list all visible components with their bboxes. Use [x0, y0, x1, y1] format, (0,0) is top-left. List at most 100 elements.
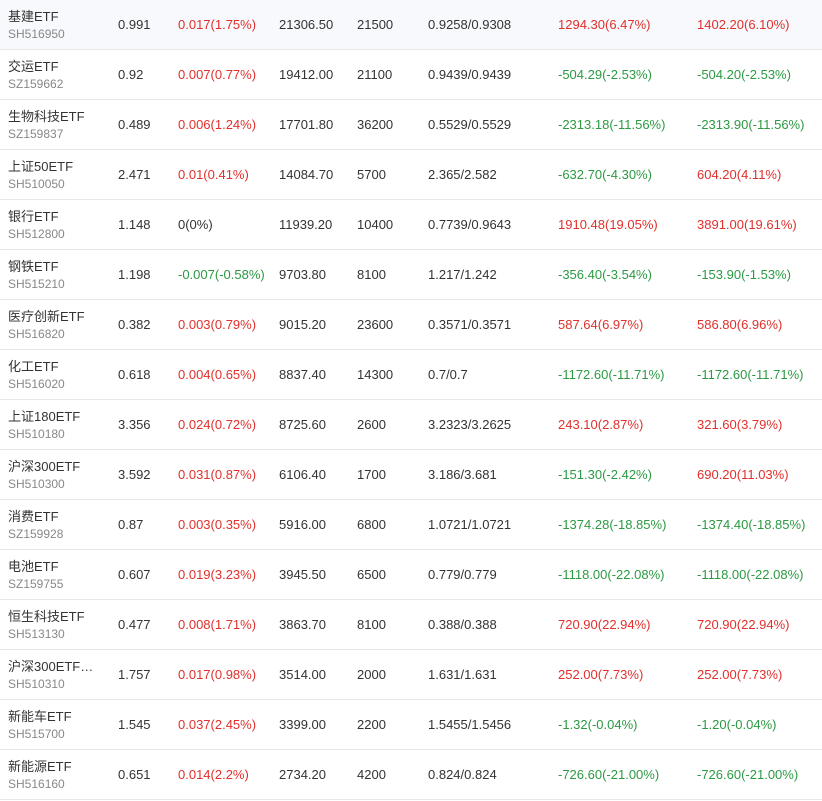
- quantity-cell: 1700: [357, 467, 386, 482]
- table-row[interactable]: 钢铁ETF SH515210 1.198 -0.007(-0.58%) 9703.80 8…: [0, 250, 822, 300]
- market-value-cell: 11939.20: [279, 217, 333, 232]
- change-cell: 0.008(1.71%): [178, 617, 257, 632]
- change-cell: 0.019(3.23%): [178, 567, 257, 582]
- total-pl-cell: 720.90(22.94%): [697, 617, 790, 632]
- total-pl-cell: -1374.40(-18.85%): [697, 517, 806, 532]
- security-code: SH510310: [8, 677, 65, 691]
- float-pl-cell: -1374.28(-18.85%): [558, 517, 667, 532]
- change-cell: 0.017(1.75%): [178, 17, 257, 32]
- table-row[interactable]: 沪深300ETF SH510300 3.592 0.031(0.87%) 6106.40…: [0, 450, 822, 500]
- quantity-cell: 14300: [357, 367, 394, 382]
- cost-cell: 2.365/2.582: [428, 167, 497, 182]
- table-row[interactable]: 银行ETF SH512800 1.148 0(0%) 11939.20 10400 0.77…: [0, 200, 822, 250]
- change-cell: 0.017(0.98%): [178, 667, 257, 682]
- float-pl-cell: 720.90(22.94%): [558, 617, 651, 632]
- float-pl-cell: -632.70(-4.30%): [558, 167, 652, 182]
- security-code: SH515210: [8, 277, 65, 291]
- market-value-cell: 9015.20: [279, 317, 326, 332]
- table-row[interactable]: 新能车ETF SH515700 1.545 0.037(2.45%) 3399.00 22…: [0, 700, 822, 750]
- change-cell: 0.014(2.2%): [178, 767, 249, 782]
- security-cell: 医疗创新ETF SH516820: [8, 300, 108, 349]
- security-cell: 交运ETF SZ159662: [8, 50, 108, 99]
- quantity-cell: 21500: [357, 17, 394, 32]
- float-pl-cell: -504.29(-2.53%): [558, 67, 652, 82]
- cost-cell: 0.3571/0.3571: [428, 317, 512, 332]
- security-cell: 化工ETF SH516020: [8, 350, 108, 399]
- cost-cell: 0.779/0.779: [428, 567, 497, 582]
- table-row[interactable]: 消费ETF SZ159928 0.87 0.003(0.35%) 5916.00 6800…: [0, 500, 822, 550]
- price-cell: 0.92: [118, 67, 144, 82]
- change-cell: 0.003(0.35%): [178, 517, 257, 532]
- security-cell: 电池ETF SZ159755: [8, 550, 108, 599]
- etf-holdings-table: 基建ETF SH516950 0.991 0.017(1.75%) 21306.50 21…: [0, 0, 822, 800]
- security-name: 医疗创新ETF: [8, 309, 85, 324]
- float-pl-cell: 1294.30(6.47%): [558, 17, 651, 32]
- total-pl-cell: -2313.90(-11.56%): [697, 117, 805, 132]
- quantity-cell: 23600: [357, 317, 394, 332]
- quantity-cell: 6800: [357, 517, 386, 532]
- price-cell: 0.618: [118, 367, 151, 382]
- change-cell: 0.01(0.41%): [178, 167, 249, 182]
- quantity-cell: 5700: [357, 167, 386, 182]
- security-cell: 新能车ETF SH515700: [8, 700, 108, 749]
- float-pl-cell: -356.40(-3.54%): [558, 267, 652, 282]
- security-code: SH510050: [8, 177, 65, 191]
- security-code: SZ159928: [8, 527, 64, 541]
- change-cell: 0.037(2.45%): [178, 717, 257, 732]
- cost-cell: 1.0721/1.0721: [428, 517, 512, 532]
- security-name: 生物科技ETF: [8, 109, 85, 124]
- total-pl-cell: -726.60(-21.00%): [697, 767, 799, 782]
- quantity-cell: 8100: [357, 267, 386, 282]
- security-code: SH516160: [8, 777, 65, 791]
- market-value-cell: 3514.00: [279, 667, 326, 682]
- security-name: 沪深300ETF: [8, 459, 81, 474]
- change-cell: 0.007(0.77%): [178, 67, 257, 82]
- price-cell: 3.356: [118, 417, 151, 432]
- float-pl-cell: -1.32(-0.04%): [558, 717, 638, 732]
- security-name: 消费ETF: [8, 509, 59, 524]
- price-cell: 1.198: [118, 267, 151, 282]
- security-cell: 银行ETF SH512800: [8, 200, 108, 249]
- total-pl-cell: -1172.60(-11.71%): [697, 367, 804, 382]
- table-row[interactable]: 电池ETF SZ159755 0.607 0.019(3.23%) 3945.50 650…: [0, 550, 822, 600]
- security-code: SH516820: [8, 327, 65, 341]
- security-name: 沪深300ETF…: [8, 659, 94, 674]
- price-cell: 0.489: [118, 117, 151, 132]
- total-pl-cell: -1.20(-0.04%): [697, 717, 777, 732]
- market-value-cell: 5916.00: [279, 517, 326, 532]
- table-row[interactable]: 沪深300ETF… SH510310 1.757 0.017(0.98%) 3514.0…: [0, 650, 822, 700]
- float-pl-cell: 587.64(6.97%): [558, 317, 644, 332]
- change-cell: 0.031(0.87%): [178, 467, 257, 482]
- security-cell: 生物科技ETF SZ159837: [8, 100, 108, 149]
- security-name: 新能源ETF: [8, 759, 72, 774]
- security-cell: 钢铁ETF SH515210: [8, 250, 108, 299]
- table-row[interactable]: 交运ETF SZ159662 0.92 0.007(0.77%) 19412.00 211…: [0, 50, 822, 100]
- security-code: SH510180: [8, 427, 65, 441]
- table-row[interactable]: 新能源ETF SH516160 0.651 0.014(2.2%) 2734.20 420…: [0, 750, 822, 800]
- cost-cell: 1.631/1.631: [428, 667, 497, 682]
- price-cell: 1.545: [118, 717, 151, 732]
- table-row[interactable]: 恒生科技ETF SH513130 0.477 0.008(1.71%) 3863.70 8…: [0, 600, 822, 650]
- table-row[interactable]: 上证180ETF SH510180 3.356 0.024(0.72%) 8725.60…: [0, 400, 822, 450]
- change-cell: 0.006(1.24%): [178, 117, 257, 132]
- table-row[interactable]: 生物科技ETF SZ159837 0.489 0.006(1.24%) 17701.80…: [0, 100, 822, 150]
- total-pl-cell: 3891.00(19.61%): [697, 217, 797, 232]
- cost-cell: 0.5529/0.5529: [428, 117, 512, 132]
- total-pl-cell: 586.80(6.96%): [697, 317, 783, 332]
- market-value-cell: 2734.20: [279, 767, 326, 782]
- table-row[interactable]: 基建ETF SH516950 0.991 0.017(1.75%) 21306.50 21…: [0, 0, 822, 50]
- change-cell: -0.007(-0.58%): [178, 267, 265, 282]
- quantity-cell: 2600: [357, 417, 386, 432]
- price-cell: 0.382: [118, 317, 151, 332]
- table-row[interactable]: 化工ETF SH516020 0.618 0.004(0.65%) 8837.40 143…: [0, 350, 822, 400]
- table-row[interactable]: 上证50ETF SH510050 2.471 0.01(0.41%) 14084.70 5…: [0, 150, 822, 200]
- change-cell: 0(0%): [178, 217, 213, 232]
- float-pl-cell: 252.00(7.73%): [558, 667, 644, 682]
- security-cell: 上证50ETF SH510050: [8, 150, 108, 199]
- market-value-cell: 3863.70: [279, 617, 326, 632]
- security-cell: 消费ETF SZ159928: [8, 500, 108, 549]
- market-value-cell: 8837.40: [279, 367, 326, 382]
- security-cell: 沪深300ETF SH510300: [8, 450, 108, 499]
- total-pl-cell: -504.20(-2.53%): [697, 67, 791, 82]
- table-row[interactable]: 医疗创新ETF SH516820 0.382 0.003(0.79%) 9015.20 2…: [0, 300, 822, 350]
